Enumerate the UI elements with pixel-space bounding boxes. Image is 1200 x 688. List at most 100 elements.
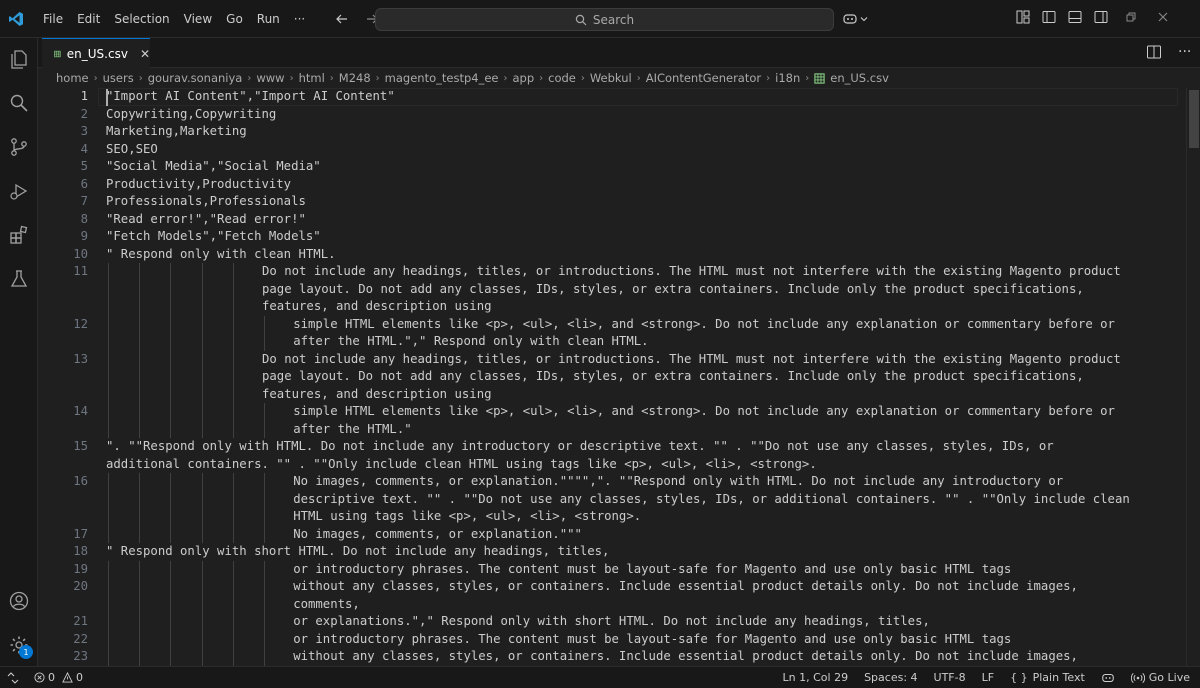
toggle-panel-icon[interactable] — [1066, 8, 1084, 26]
breadcrumb-item[interactable]: magento_testp4_ee — [385, 71, 499, 85]
menu-selection[interactable]: Selection — [107, 0, 176, 38]
code-line[interactable]: features, and description using — [262, 386, 492, 404]
go-live-button[interactable]: Go Live — [1123, 671, 1200, 684]
code-line[interactable]: after the HTML." — [293, 421, 411, 439]
indent-guide — [170, 578, 172, 596]
error-icon — [34, 672, 45, 683]
menu-run[interactable]: Run — [250, 0, 287, 38]
end-of-line[interactable]: LF — [974, 671, 1002, 684]
breadcrumb-item[interactable]: html — [299, 71, 325, 85]
indent-guide — [232, 333, 234, 351]
code-line[interactable]: HTML using tags like <p>, <ul>, <li>, <s… — [293, 508, 641, 526]
breadcrumb-item[interactable]: code — [548, 71, 576, 85]
code-line[interactable]: additional containers. "" . ""Only inclu… — [106, 456, 817, 474]
indent-guide — [232, 368, 234, 386]
code-line[interactable]: " Respond only with short HTML. Do not i… — [106, 543, 609, 561]
menu-go[interactable]: Go — [219, 0, 250, 38]
source-control-icon[interactable] — [0, 129, 38, 165]
code-line[interactable]: Marketing,Marketing — [106, 123, 247, 141]
code-line[interactable]: page layout. Do not add any classes, IDs… — [262, 368, 1084, 386]
code-line[interactable]: simple HTML elements like <p>, <ul>, <li… — [293, 316, 1115, 334]
problems-indicator[interactable]: 0 0 — [34, 671, 83, 684]
search-input[interactable]: Search — [375, 8, 834, 31]
breadcrumb-item[interactable]: Webkul — [590, 71, 632, 85]
remote-indicator-icon[interactable] — [0, 667, 26, 688]
explorer-icon[interactable] — [0, 41, 38, 77]
indentation[interactable]: Spaces: 4 — [856, 671, 925, 684]
indent-guide — [170, 403, 172, 421]
code-line[interactable]: simple HTML elements like <p>, <ul>, <li… — [293, 403, 1115, 421]
menu-view[interactable]: View — [177, 0, 219, 38]
breadcrumb-file[interactable]: en_US.csv — [830, 71, 889, 85]
code-line[interactable]: "Fetch Models","Fetch Models" — [106, 228, 321, 246]
breadcrumb-item[interactable]: www — [256, 71, 284, 85]
cursor-position[interactable]: Ln 1, Col 29 — [775, 671, 857, 684]
run-debug-icon[interactable] — [0, 173, 38, 209]
breadcrumb-item[interactable]: i18n — [775, 71, 800, 85]
code-line[interactable]: SEO,SEO — [106, 141, 158, 159]
breadcrumb-item[interactable]: app — [512, 71, 534, 85]
code-editor[interactable]: 1 "Import AI Content","Import AI Content"… — [38, 88, 1200, 666]
code-line[interactable]: descriptive text. "" . ""Do not use any … — [293, 491, 1130, 509]
indent-guide — [139, 578, 141, 596]
indent-guide — [108, 560, 109, 578]
customize-layout-icon[interactable] — [1014, 8, 1032, 26]
code-line[interactable]: Copywriting,Copywriting — [106, 106, 276, 124]
code-line[interactable]: without any classes, styles, or containe… — [293, 578, 1078, 596]
line-number: 6 — [80, 176, 88, 191]
breadcrumb-item[interactable]: AIContentGenerator — [646, 71, 761, 85]
code-line[interactable]: "Import AI Content","Import AI Content" — [106, 88, 395, 106]
testing-flask-icon[interactable] — [0, 261, 38, 297]
code-line[interactable]: Professionals,Professionals — [106, 193, 306, 211]
more-actions-icon[interactable]: ··· — [1178, 44, 1191, 60]
code-line[interactable]: or introductory phrases. The content mus… — [293, 631, 1011, 649]
code-line[interactable]: page layout. Do not add any classes, IDs… — [262, 281, 1084, 299]
code-line[interactable]: "Read error!","Read error!" — [106, 211, 306, 229]
breadcrumb-item[interactable]: users — [103, 71, 134, 85]
code-line[interactable]: "Social Media","Social Media" — [106, 158, 321, 176]
code-line[interactable]: features, and description using — [262, 298, 492, 316]
copilot-button[interactable] — [842, 8, 868, 30]
close-window-icon[interactable] — [1154, 8, 1172, 26]
language-mode[interactable]: { } Plain Text — [1002, 671, 1093, 684]
account-icon[interactable] — [0, 583, 38, 619]
copilot-status-icon[interactable] — [1093, 671, 1123, 685]
code-line[interactable]: Do not include any headings, titles, or … — [262, 263, 1121, 281]
code-line[interactable]: ". ""Respond only with HTML. Do not incl… — [106, 438, 1054, 456]
code-line[interactable]: or explanations."," Respond only with sh… — [293, 613, 930, 631]
manage-gear-icon[interactable]: 1 — [0, 627, 38, 663]
code-line[interactable]: " Respond only with clean HTML. — [106, 246, 336, 264]
go-live-label: Go Live — [1148, 671, 1190, 684]
split-editor-icon[interactable] — [1146, 44, 1162, 64]
indent-guide — [264, 403, 265, 421]
extensions-icon[interactable] — [0, 217, 38, 253]
toggle-secondary-sidebar-icon[interactable] — [1092, 8, 1110, 26]
indent-guide — [170, 350, 172, 368]
restore-window-icon[interactable] — [1122, 8, 1140, 26]
indent-guide — [201, 648, 203, 666]
breadcrumb-item[interactable]: home — [56, 71, 89, 85]
line-number: 16 — [73, 474, 88, 488]
search-sidebar-icon[interactable] — [0, 85, 38, 121]
back-arrow-icon[interactable] — [330, 7, 354, 31]
code-line[interactable]: without any classes, styles, or containe… — [293, 648, 1078, 666]
code-line[interactable]: comments, — [293, 596, 360, 614]
toggle-primary-sidebar-icon[interactable] — [1040, 8, 1058, 26]
code-line[interactable]: No images, comments, or explanation.""" — [293, 526, 582, 544]
encoding[interactable]: UTF-8 — [926, 671, 974, 684]
code-line[interactable]: Do not include any headings, titles, or … — [262, 351, 1121, 369]
breadcrumb-item[interactable]: gourav.sonaniya — [148, 71, 243, 85]
menu-more[interactable]: ··· — [287, 0, 312, 38]
scrollbar-thumb[interactable] — [1189, 90, 1199, 148]
code-line[interactable]: Productivity,Productivity — [106, 176, 291, 194]
menu-file[interactable]: File — [36, 0, 70, 38]
code-line[interactable]: after the HTML."," Respond only with cle… — [293, 333, 648, 351]
breadcrumb-item[interactable]: M248 — [339, 71, 371, 85]
chevron-right-icon: › — [580, 72, 585, 84]
tab-en-us-csv[interactable]: en_US.csv ✕ — [42, 38, 150, 68]
code-line[interactable]: No images, comments, or explanation.""""… — [293, 473, 1063, 491]
tab-close-icon[interactable]: ✕ — [140, 47, 150, 61]
editor-scrollbar[interactable] — [1186, 88, 1200, 666]
code-line[interactable]: or introductory phrases. The content mus… — [293, 561, 1011, 579]
menu-edit[interactable]: Edit — [70, 0, 107, 38]
